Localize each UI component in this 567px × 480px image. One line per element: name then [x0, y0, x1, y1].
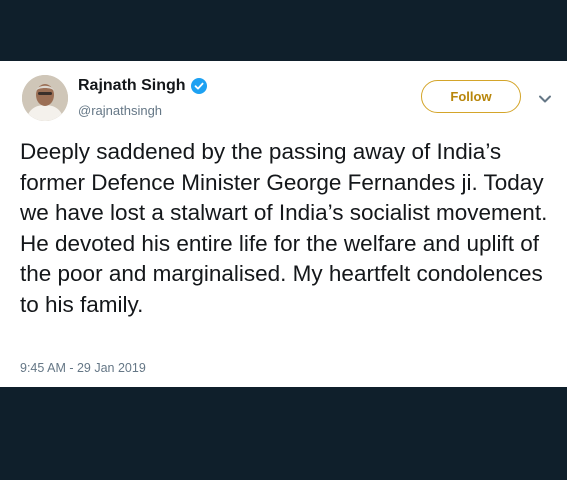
follow-button[interactable]: Follow	[421, 80, 521, 113]
chevron-down-icon[interactable]	[538, 91, 552, 103]
tweet-text: Deeply saddened by the passing away of I…	[20, 139, 548, 317]
verified-badge-icon	[190, 78, 207, 94]
author-display-name[interactable]: Rajnath Singh	[78, 77, 186, 95]
author-handle[interactable]: @rajnathsingh	[78, 103, 162, 118]
author-name-row: Rajnath Singh	[78, 77, 207, 95]
tweet-timestamp[interactable]: 9:45 AM - 29 Jan 2019	[20, 361, 146, 375]
avatar[interactable]	[22, 75, 68, 121]
tweet-card: Rajnath Singh @rajnathsingh Follow Deepl…	[0, 61, 567, 387]
